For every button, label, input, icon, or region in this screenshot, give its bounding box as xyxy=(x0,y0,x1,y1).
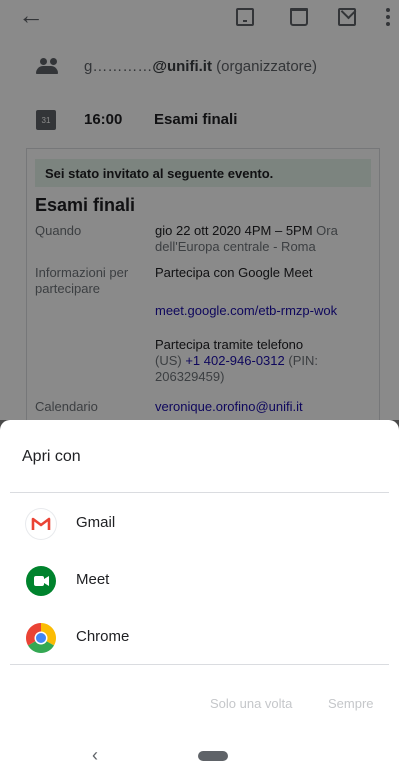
app-label-chrome: Chrome xyxy=(76,628,130,645)
app-label-gmail: Gmail xyxy=(76,514,116,531)
sheet-title: Apri con xyxy=(22,448,81,465)
nav-back-icon[interactable]: ‹ xyxy=(92,745,98,766)
app-option-chrome[interactable]: Chrome xyxy=(0,608,399,664)
meet-icon xyxy=(26,566,56,596)
open-with-sheet: Apri con Gmail Meet Chrome Solo una volt… xyxy=(0,420,399,767)
chrome-icon xyxy=(26,623,56,653)
divider xyxy=(10,492,389,493)
divider xyxy=(10,664,389,665)
app-option-gmail[interactable]: Gmail xyxy=(0,494,399,550)
app-option-meet[interactable]: Meet xyxy=(0,551,399,607)
app-label-meet: Meet xyxy=(76,571,110,588)
just-once-button[interactable]: Solo una volta xyxy=(210,696,292,711)
always-button[interactable]: Sempre xyxy=(328,696,374,711)
gmail-icon xyxy=(26,509,56,539)
nav-home-pill[interactable] xyxy=(198,751,228,761)
